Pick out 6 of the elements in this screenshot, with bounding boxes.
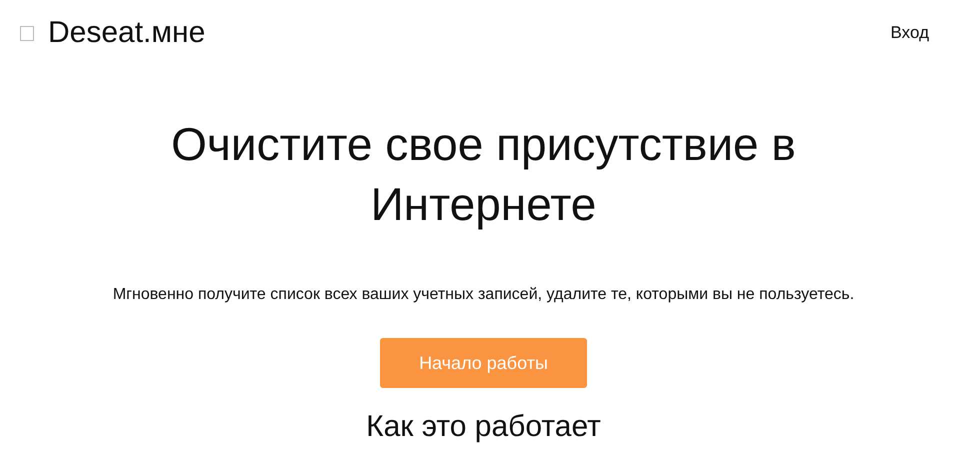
logo-icon xyxy=(20,26,34,40)
section-heading: Как это работает xyxy=(366,410,601,444)
logo-text[interactable]: Deseat.мне xyxy=(48,16,206,50)
hero-title: Очистите свое присутствие в Интернете xyxy=(170,117,797,232)
hero-subtitle: Мгновенно получите список всех ваших учетных записей, удалите те, которыми вы не пользуетесь. xyxy=(112,286,854,304)
login-link[interactable]: Вход xyxy=(890,23,929,43)
